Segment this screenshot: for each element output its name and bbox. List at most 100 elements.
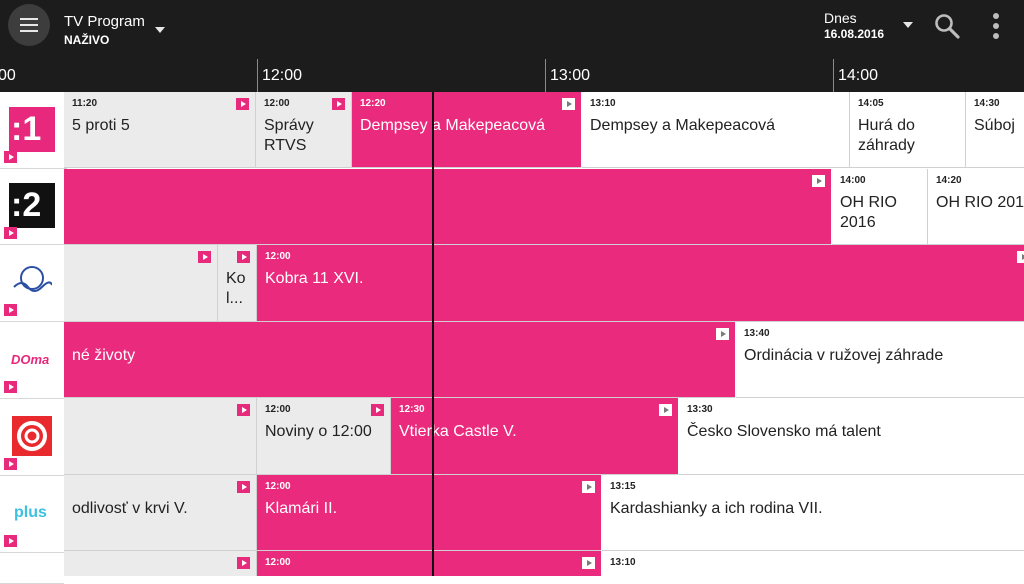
program-tile[interactable]: Ko l... xyxy=(218,245,257,322)
play-icon[interactable] xyxy=(812,175,825,187)
program-title: OH RIO 2016 xyxy=(840,194,897,231)
program-tile[interactable]: 13:15 Kardashianky a ich rodina VII. xyxy=(602,475,1024,551)
program-title: Ko l... xyxy=(226,270,246,307)
channel-item-5[interactable] xyxy=(0,399,64,476)
play-icon[interactable] xyxy=(4,381,17,393)
program-title: odlivosť v krvi V. xyxy=(72,500,188,517)
date-value[interactable]: 16.08.2016 xyxy=(824,27,884,41)
search-icon[interactable] xyxy=(934,13,960,39)
play-icon[interactable] xyxy=(4,458,17,470)
program-title: Kobra 11 XVI. xyxy=(265,270,364,287)
channel-item-3[interactable] xyxy=(0,245,64,322)
play-icon[interactable] xyxy=(4,304,17,316)
program-tile[interactable]: 14:00 OH RIO 2016 xyxy=(832,169,928,245)
channel-item-4[interactable]: DOma xyxy=(0,322,64,399)
mode-label[interactable]: NAŽIVO xyxy=(64,33,109,47)
program-tile[interactable]: 13:40 Ordinácia v ružovej záhrade xyxy=(736,322,1024,398)
channel-column: :1 :2 DOma plus xyxy=(0,92,64,584)
channel-logo: :1 xyxy=(9,107,55,152)
play-icon[interactable] xyxy=(237,557,250,569)
program-time: 14:30 xyxy=(974,98,1000,109)
more-vertical-icon[interactable] xyxy=(986,12,1006,40)
channel-logo: DOma xyxy=(11,352,50,367)
program-grid: 11:20 5 proti 5 12:00 Správy RTVS 12:20 Demps… xyxy=(64,92,1024,576)
program-tile[interactable]: 12:20 Dempsey a Makepeacová xyxy=(352,92,582,168)
play-icon[interactable] xyxy=(371,404,384,416)
program-tile[interactable] xyxy=(64,169,832,245)
play-icon[interactable] xyxy=(198,251,211,263)
channel-logo-text: :1 xyxy=(11,110,42,148)
channel-logo: :2 xyxy=(9,183,55,228)
hamburger-menu-button[interactable] xyxy=(8,4,50,46)
time-label: 13:00 xyxy=(550,67,591,84)
program-title: Súboj xyxy=(974,117,1015,134)
play-icon[interactable] xyxy=(237,404,250,416)
program-tile[interactable]: 11:20 5 proti 5 xyxy=(64,92,256,168)
play-icon[interactable] xyxy=(659,404,672,416)
program-tile[interactable] xyxy=(64,398,257,475)
date-dropdown-icon[interactable] xyxy=(903,22,913,28)
program-title: Kardashianky a ich rodina VII. xyxy=(610,500,823,517)
play-icon[interactable] xyxy=(582,481,595,493)
channel-logo-text: :2 xyxy=(11,186,42,224)
time-tick xyxy=(833,59,834,92)
channel-logo xyxy=(13,266,52,292)
mode-dropdown-icon[interactable] xyxy=(155,27,165,33)
program-tile[interactable]: 12:00 Správy RTVS xyxy=(256,92,352,168)
program-time: 13:30 xyxy=(687,404,713,415)
program-tile[interactable]: 13:30 Česko Slovensko má talent xyxy=(679,398,1024,475)
play-icon[interactable] xyxy=(1017,251,1024,263)
program-time: 14:05 xyxy=(858,98,884,109)
program-tile[interactable] xyxy=(64,245,218,322)
time-tick xyxy=(257,59,258,92)
program-tile[interactable]: 13:10 xyxy=(602,551,1024,576)
program-tile[interactable]: 14:20 OH RIO 2016 xyxy=(928,169,1024,245)
play-icon[interactable] xyxy=(562,98,575,110)
channel-item-2[interactable]: :2 xyxy=(0,168,64,245)
top-bar: TV Program NAŽIVO Dnes 16.08.2016 00 12:… xyxy=(0,0,1024,92)
program-title: Vtierka Castle V. xyxy=(399,423,517,440)
play-icon[interactable] xyxy=(236,98,249,110)
program-time: 12:30 xyxy=(399,404,425,415)
date-label[interactable]: Dnes xyxy=(824,10,857,26)
program-title: Hurá do záhrady xyxy=(858,117,915,154)
program-time: 14:20 xyxy=(936,175,962,186)
program-tile[interactable] xyxy=(64,551,257,576)
play-icon[interactable] xyxy=(716,328,729,340)
play-icon[interactable] xyxy=(4,227,17,239)
program-tile[interactable]: 14:05 Hurá do záhrady xyxy=(850,92,966,168)
app-title[interactable]: TV Program xyxy=(64,13,145,30)
time-label: 14:00 xyxy=(838,67,879,84)
play-icon[interactable] xyxy=(4,535,17,547)
program-title: Ordinácia v ružovej záhrade xyxy=(744,347,944,364)
channel-item-1[interactable]: :1 xyxy=(0,92,64,169)
channel-logo xyxy=(12,416,52,456)
program-title: Česko Slovensko má talent xyxy=(687,423,881,440)
program-tile[interactable]: 12:00 xyxy=(257,551,602,576)
program-title: né životy xyxy=(72,347,136,364)
program-time: 13:10 xyxy=(590,98,616,109)
program-title: OH RIO 2016 xyxy=(936,194,1024,211)
channel-item-7[interactable] xyxy=(0,553,64,584)
program-title: Klamári II. xyxy=(265,500,338,517)
program-tile[interactable]: 12:00 Klamári II. xyxy=(257,475,602,551)
program-tile[interactable]: 12:00 Noviny o 12:00 xyxy=(257,398,391,475)
channel-item-6[interactable]: plus xyxy=(0,476,64,553)
play-icon[interactable] xyxy=(237,251,250,263)
hamburger-icon xyxy=(20,18,38,20)
now-indicator xyxy=(432,92,434,576)
time-label: 12:00 xyxy=(262,67,303,84)
program-tile[interactable]: 13:10 Dempsey a Makepeacová xyxy=(582,92,850,168)
program-tile[interactable]: 12:30 Vtierka Castle V. xyxy=(391,398,679,475)
play-icon[interactable] xyxy=(332,98,345,110)
program-tile[interactable]: 12:00 Kobra 11 XVI. xyxy=(257,245,1024,322)
program-time: 12:00 xyxy=(265,251,291,262)
program-time: 13:40 xyxy=(744,328,770,339)
play-icon[interactable] xyxy=(4,151,17,163)
play-icon[interactable] xyxy=(237,481,250,493)
program-tile[interactable]: né životy xyxy=(64,322,736,398)
play-icon[interactable] xyxy=(582,557,595,569)
program-tile[interactable]: odlivosť v krvi V. xyxy=(64,475,257,551)
program-time: 12:00 xyxy=(265,557,291,568)
program-tile[interactable]: 14:30 Súboj xyxy=(966,92,1024,168)
